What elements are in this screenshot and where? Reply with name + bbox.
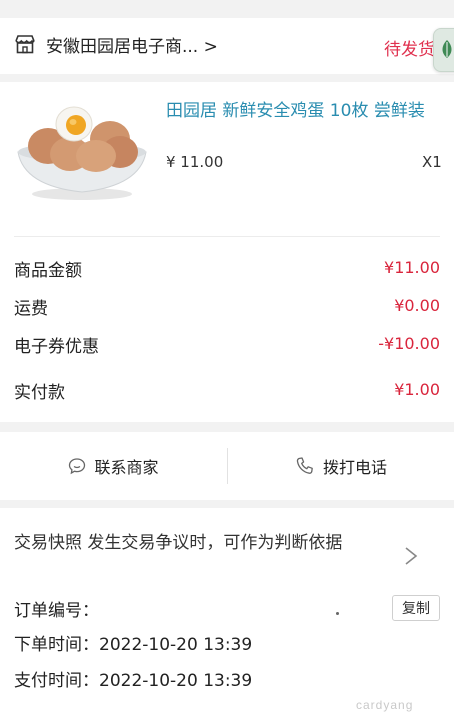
leaf-icon — [442, 40, 452, 58]
amount-label: 电子券优惠 — [14, 337, 99, 357]
copy-button[interactable]: 复制 — [392, 595, 440, 621]
product-price: ¥ 11.00 — [166, 153, 224, 171]
product-title[interactable]: 田园居 新鲜安全鸡蛋 10枚 尝鲜装 — [166, 98, 436, 124]
amount-row-coupon: 电子券优惠 -¥10.00 — [14, 332, 440, 362]
chat-bubble-icon — [69, 458, 86, 475]
store-icon — [15, 35, 35, 54]
amount-label: 运费 — [14, 299, 48, 319]
product-quantity: X1 — [422, 153, 442, 171]
product-image[interactable] — [12, 94, 152, 204]
amount-label: 商品金额 — [14, 261, 82, 281]
dot-marker — [336, 612, 339, 615]
order-number-label: 订单编号： — [14, 601, 99, 621]
order-card: 田园居 新鲜安全鸡蛋 10枚 尝鲜装 ¥ 11.00 X1 商品金额 ¥11.0… — [0, 82, 454, 422]
watermark: cardyang — [356, 698, 414, 712]
trade-snapshot-link[interactable]: 交易快照 发生交易争议时，可作为判断依据 — [14, 526, 394, 560]
phone-icon — [296, 457, 313, 474]
order-info-card: 交易快照 发生交易争议时，可作为判断依据 订单编号： 复制 下单时间：2022-… — [0, 508, 454, 720]
call-phone-button[interactable]: 拨打电话 — [228, 432, 454, 500]
amount-value: -¥10.00 — [378, 334, 440, 353]
amount-label: 实付款 — [14, 383, 65, 403]
shop-header[interactable]: 安徽田园居电子商... > 待发货 — [0, 18, 454, 74]
floating-side-tab[interactable] — [433, 28, 454, 72]
contact-bar: 联系商家 拨打电话 — [0, 432, 454, 500]
divider — [14, 236, 440, 237]
amount-row-goods: 商品金额 ¥11.00 — [14, 256, 440, 286]
contact-merchant-button[interactable]: 联系商家 — [0, 432, 227, 500]
call-phone-label: 拨打电话 — [322, 458, 387, 477]
amount-value: ¥1.00 — [394, 380, 440, 399]
shop-name-link[interactable]: 安徽田园居电子商... > — [46, 32, 218, 57]
amount-value: ¥0.00 — [394, 296, 440, 315]
chevron-right-icon[interactable] — [403, 544, 419, 568]
amount-value: ¥11.00 — [384, 258, 440, 277]
amount-row-paid: 实付款 ¥1.00 — [14, 378, 440, 408]
amount-row-shipping: 运费 ¥0.00 — [14, 294, 440, 324]
pay-time: 支付时间：2022-10-20 13:39 — [14, 671, 253, 691]
contact-merchant-label: 联系商家 — [94, 458, 159, 477]
order-status: 待发货 — [384, 40, 435, 60]
order-time: 下单时间：2022-10-20 13:39 — [14, 635, 253, 655]
